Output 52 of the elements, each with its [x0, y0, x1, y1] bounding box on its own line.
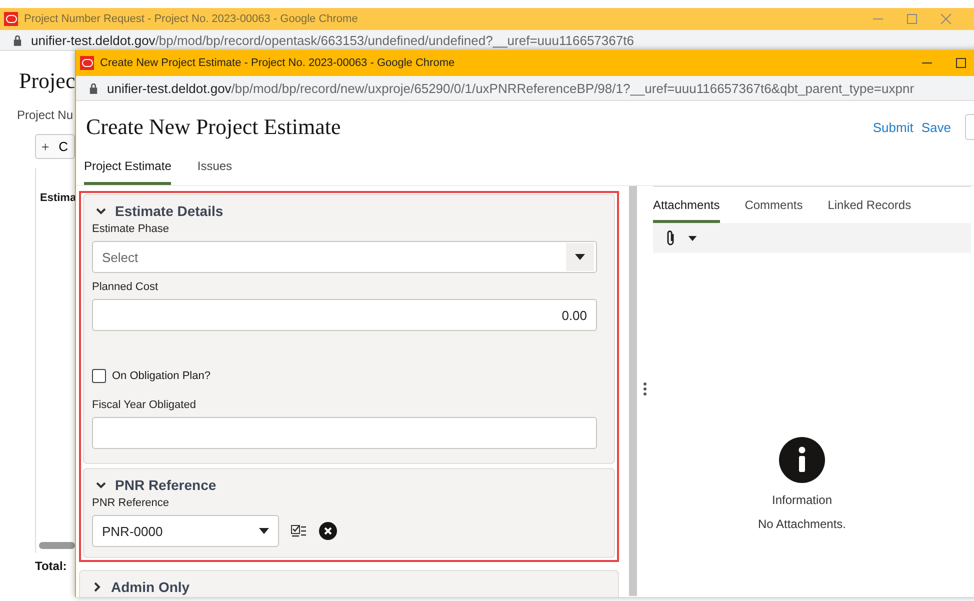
field-value: 0.00 [562, 308, 587, 322]
section-title: Admin Only [111, 579, 190, 595]
splitter-handle-icon[interactable] [643, 382, 647, 396]
empty-state-message: No Attachments. [758, 517, 846, 531]
caret-icon [575, 254, 585, 260]
app-logo-icon [4, 12, 18, 26]
tab[interactable]: Linked Records [828, 193, 912, 223]
clear-icon[interactable] [319, 522, 337, 540]
field-label: Estimate Phase [92, 223, 170, 235]
lock-icon [89, 82, 98, 94]
scrollbar[interactable] [39, 542, 75, 549]
app-logo-icon [80, 56, 94, 70]
field-label: Fiscal Year Obligated [92, 399, 196, 411]
tab[interactable]: Issues [197, 155, 232, 185]
column-header: Estima [40, 192, 76, 204]
select-field[interactable]: PNR-0000 [92, 515, 279, 547]
lock-icon [13, 34, 22, 46]
section-title: Estimate Details [115, 203, 224, 219]
tab[interactable]: Comments [744, 193, 803, 223]
caret-icon[interactable] [688, 236, 697, 240]
address-bar[interactable]: unifier-test.deldot.gov/bp/mod/bp/record/opentask/663153/undefined/undefined?__uref=uuu116657367t6 [0, 30, 974, 51]
total-label: Total: [35, 559, 67, 573]
paperclip-icon[interactable] [666, 230, 676, 246]
action-link[interactable]: Submit [872, 120, 914, 134]
url-text: unifier-test.deldot.gov/bp/mod/bp/record/new/uxproje/65290/0/1/uxPNRReferenceBP/98/1?__uref=uuu116657367t6&qbt_parent_type=uxpnr [107, 80, 914, 96]
input-field[interactable]: 0.00 [92, 299, 597, 331]
tab[interactable]: Project Estimate [84, 155, 172, 185]
add-button[interactable]: C [35, 134, 75, 159]
window-title: Project Number Request - Project No. 2023-00063 - Google Chrome [24, 13, 358, 25]
page-heading: Create New Project Estimate [86, 114, 341, 140]
field-label: Planned Cost [92, 281, 158, 293]
window-title: Create New Project Estimate - Project No. 2023-00063 - Google Chrome [100, 57, 455, 69]
caret-icon [259, 528, 269, 534]
select-field[interactable]: Select [92, 241, 597, 273]
info-icon [779, 437, 825, 483]
dropdown-button[interactable] [566, 243, 594, 271]
empty-state-title: Information [772, 493, 832, 507]
checkbox-label: On Obligation Plan? [112, 370, 210, 382]
input-field[interactable] [92, 417, 597, 449]
url-text: unifier-test.deldot.gov/bp/mod/bp/record/opentask/663153/undefined/undefined?__uref=uuu116657367t6 [31, 32, 634, 48]
field-value: PNR-0000 [102, 524, 163, 538]
checkbox[interactable] [92, 369, 106, 383]
action-link[interactable]: Save [921, 120, 951, 134]
scrollbar[interactable] [629, 186, 637, 596]
field-label: Project Nu [17, 108, 74, 122]
select-placeholder: Select [102, 250, 138, 264]
page-heading: Projec [19, 68, 76, 94]
section-title: PNR Reference [115, 477, 216, 493]
checklist-icon[interactable] [291, 525, 307, 537]
maximize-icon[interactable] [955, 57, 967, 69]
field-label: PNR Reference [92, 497, 170, 509]
address-bar[interactable]: unifier-test.deldot.gov/bp/mod/bp/record/new/uxproje/65290/0/1/uxPNRReferenceBP/98/1?__uref=uuu116657367t6&qbt_parent_type=uxpnr [76, 76, 974, 101]
